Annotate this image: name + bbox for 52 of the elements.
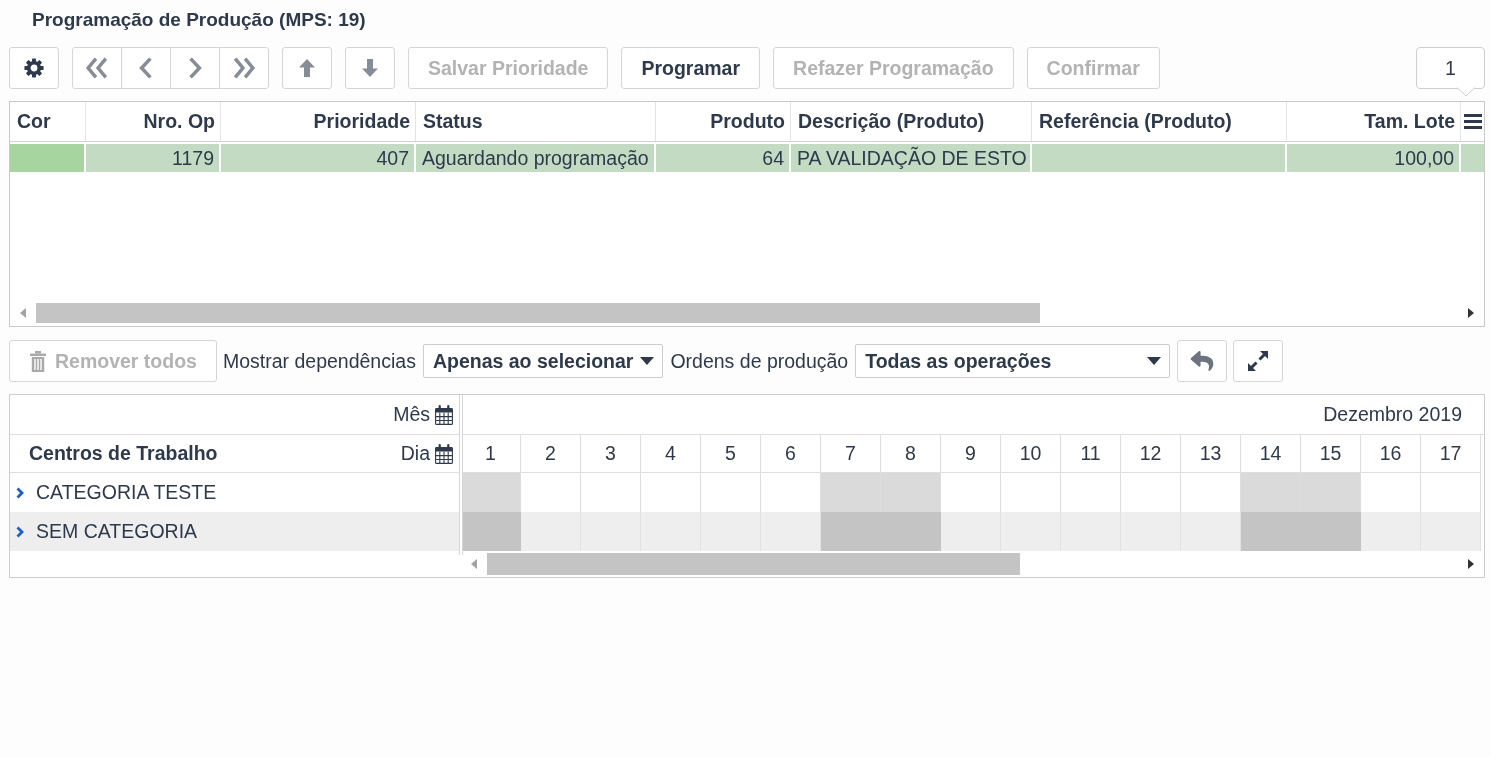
- toolbar-button[interactable]: Programar: [621, 47, 761, 89]
- table-cell: 407: [221, 144, 416, 172]
- column-header[interactable]: Referência (Produto): [1032, 102, 1287, 141]
- caret-down-icon: [640, 357, 655, 365]
- scroll-left-icon[interactable]: [471, 559, 477, 569]
- dependencies-label: Mostrar dependências: [222, 349, 416, 373]
- arrow-up-icon: [299, 59, 315, 77]
- menu-icon[interactable]: [1463, 114, 1482, 129]
- trash-icon: [30, 350, 46, 372]
- arrow-down-icon: [362, 59, 378, 77]
- expand-arrows-icon: [1248, 351, 1269, 371]
- chevron-left-icon: [139, 57, 153, 79]
- column-header[interactable]: Prioridade: [221, 102, 416, 141]
- scroll-right-icon[interactable]: [1468, 559, 1474, 569]
- scroll-right-icon[interactable]: [1468, 308, 1474, 318]
- dependencies-select[interactable]: Apenas ao selecionar: [422, 344, 664, 378]
- gear-icon: [24, 58, 44, 78]
- column-header[interactable]: Cor: [10, 102, 86, 141]
- column-header[interactable]: Descrição (Produto): [791, 102, 1032, 141]
- day-scale-label: Dia: [400, 442, 430, 465]
- production-orders-select[interactable]: Todas as operações: [855, 344, 1171, 378]
- double-chevron-left-icon: [85, 57, 109, 79]
- caret-down-icon: [1147, 357, 1162, 365]
- tooltip-pointer-icon: [1457, 87, 1475, 97]
- column-header[interactable]: Tam. Lote: [1287, 102, 1461, 141]
- reply-arrow-icon: [1190, 351, 1215, 371]
- work-center-row[interactable]: SEM CATEGORIA: [10, 512, 459, 551]
- table-cell: 1179: [86, 144, 221, 172]
- table-cell: Aguardando programação: [416, 144, 656, 172]
- scroll-left-icon[interactable]: [20, 308, 26, 318]
- calendar-icon[interactable]: [435, 443, 453, 464]
- scrollbar-thumb[interactable]: [36, 303, 1040, 323]
- fullscreen-button[interactable]: [1233, 340, 1284, 382]
- month-label: Dezembro 2019: [1323, 403, 1462, 426]
- count-tooltip: 1: [1416, 47, 1485, 97]
- table-cell: 64: [656, 144, 791, 172]
- page-title: Programação de Produção (MPS: 19): [32, 9, 366, 31]
- chevron-right-icon: [188, 57, 202, 79]
- column-header[interactable]: Produto: [656, 102, 791, 141]
- column-header[interactable]: Nro. Op: [86, 102, 221, 141]
- production-orders-label: Ordens de produção: [670, 349, 849, 373]
- table-cell: 100,00: [1287, 144, 1461, 172]
- table-cell: PA VALIDAÇÃO DE ESTO: [791, 144, 1032, 172]
- scrollbar-thumb[interactable]: [487, 553, 1020, 575]
- month-scale-label: Mês: [393, 403, 430, 426]
- column-header[interactable]: Status: [416, 102, 656, 141]
- settings-button[interactable]: [9, 47, 59, 89]
- work-centers-header: Centros de Trabalho: [29, 442, 218, 465]
- work-center-row[interactable]: CATEGORIA TESTE: [10, 473, 459, 512]
- double-chevron-right-icon: [232, 57, 256, 79]
- calendar-icon[interactable]: [435, 404, 453, 425]
- table-row[interactable]: 1179 407 Aguardando programação 64 PA VALIDAÇÃO DE ESTO 100,00: [10, 144, 1484, 172]
